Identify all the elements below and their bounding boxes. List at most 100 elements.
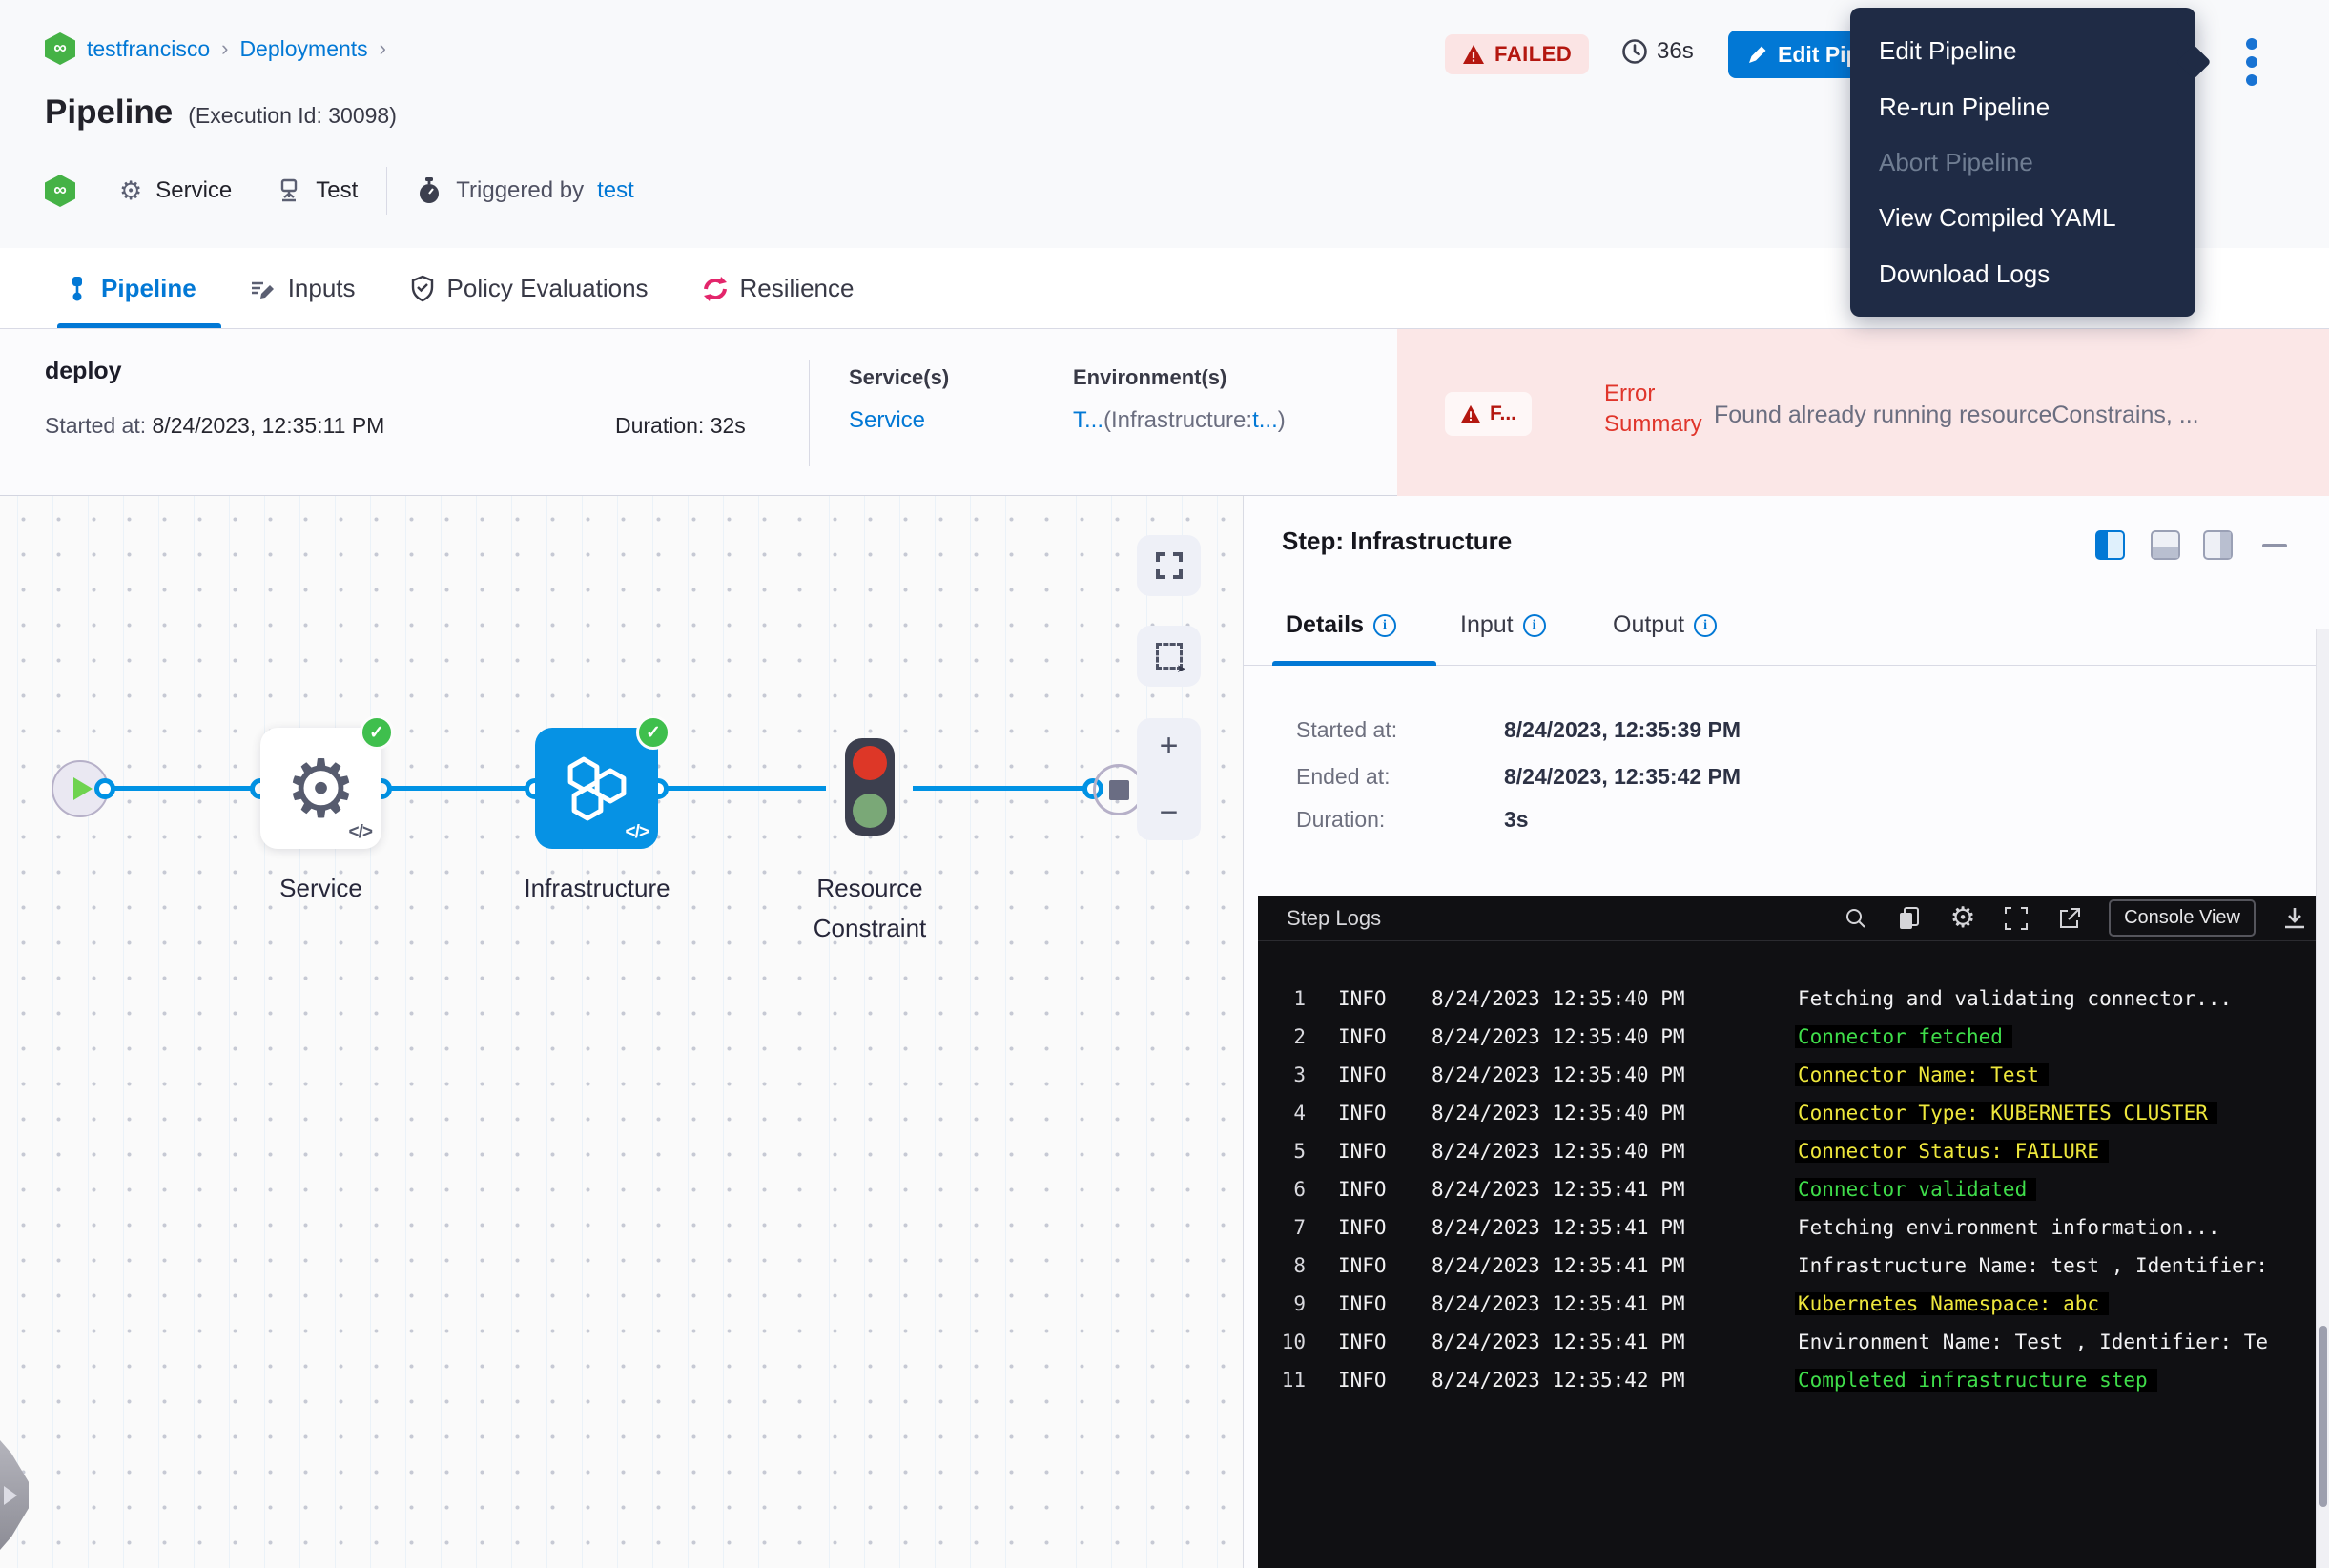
menu-item-download-logs[interactable]: Download Logs xyxy=(1850,261,2195,286)
log-line: 10INFO8/24/2023 12:35:41 PMEnvironment N… xyxy=(1258,1323,2329,1361)
detail-row-started: Started at:8/24/2023, 12:35:39 PM xyxy=(1244,717,2102,750)
tab-output[interactable]: Outputi xyxy=(1613,611,1717,639)
resilience-chaos-icon xyxy=(702,276,729,302)
canvas-select-button[interactable] xyxy=(1137,626,1201,687)
layout-split-view-button[interactable] xyxy=(2095,530,2125,560)
expand-left-panel-handle[interactable] xyxy=(0,1440,29,1550)
fullscreen-icon xyxy=(1156,552,1183,579)
menu-item-view-compiled-yaml[interactable]: View Compiled YAML xyxy=(1850,205,2195,230)
tab-details[interactable]: Detailsi xyxy=(1286,611,1396,639)
play-icon xyxy=(73,777,93,800)
stage-failed-badge: F... xyxy=(1445,392,1532,436)
breadcrumb: ∞ testfrancisco › Deployments › xyxy=(45,32,386,65)
triggered-by-label: Triggered by xyxy=(456,177,584,204)
info-icon[interactable]: i xyxy=(1523,614,1546,637)
triggered-by-user-link[interactable]: test xyxy=(597,177,634,204)
log-settings-gear-icon[interactable]: ⚙ xyxy=(1948,904,1977,933)
meta-environment-label[interactable]: Test xyxy=(316,177,358,204)
graph-edge xyxy=(381,786,535,791)
marquee-select-icon xyxy=(1156,643,1183,670)
error-summary-zone: F... Error Summary Found already running… xyxy=(1397,329,2329,496)
success-check-icon: ✓ xyxy=(360,715,394,750)
environment-value[interactable]: T...(Infrastructure:t...) xyxy=(1073,407,1286,434)
stage-duration: Duration: 32s xyxy=(615,413,746,439)
detail-row-duration: Duration:3s xyxy=(1244,807,2102,839)
open-in-new-icon[interactable] xyxy=(2055,904,2084,933)
pipeline-execution-screen: ∞ testfrancisco › Deployments › Pipeline… xyxy=(0,0,2329,1568)
log-line: 8INFO8/24/2023 12:35:41 PMInfrastructure… xyxy=(1258,1247,2329,1285)
step-logs-console: Step Logs ⚙ Console View xyxy=(1258,896,2329,1568)
clock-icon xyxy=(1621,38,1648,65)
tab-pipeline[interactable]: Pipeline xyxy=(65,274,196,303)
step-details-panel: Step: Infrastructure Detailsi Inputi Out… xyxy=(1243,496,2329,1568)
menu-item-edit-pipeline[interactable]: Edit Pipeline xyxy=(1850,38,2195,63)
zoom-out-button[interactable]: − xyxy=(1160,796,1179,829)
error-summary-label: Error Summary xyxy=(1604,379,1719,441)
copy-icon[interactable] xyxy=(1895,904,1924,933)
gear-icon: ⚙ xyxy=(285,749,357,829)
console-view-button[interactable]: Console View xyxy=(2109,899,2256,937)
graph-edge xyxy=(913,786,1093,791)
detail-row-ended: Ended at:8/24/2023, 12:35:42 PM xyxy=(1244,764,2102,796)
canvas-fullscreen-button[interactable] xyxy=(1137,535,1201,596)
pipeline-meta-row: ∞ ⚙ Service Test Triggered by test xyxy=(45,167,634,215)
success-check-icon: ✓ xyxy=(636,715,670,750)
node-service[interactable]: ⚙ </> ✓ xyxy=(260,728,381,849)
breadcrumb-project-link[interactable]: testfrancisco xyxy=(87,36,210,62)
service-gear-icon: ⚙ xyxy=(119,176,142,206)
active-tab-underline xyxy=(57,323,221,328)
layout-bottom-view-button[interactable] xyxy=(2151,530,2180,560)
tab-input[interactable]: Inputi xyxy=(1460,611,1546,639)
node-infrastructure[interactable]: </> ✓ xyxy=(535,728,658,849)
total-duration: 36s xyxy=(1621,38,1694,65)
service-link[interactable]: Service xyxy=(849,407,949,434)
node-label-resource-constraint: Resource Constraint xyxy=(797,868,942,948)
zoom-in-button[interactable]: + xyxy=(1160,730,1179,762)
log-rows[interactable]: 1INFO8/24/2023 12:35:40 PMFetching and v… xyxy=(1258,941,2329,1399)
console-toolbar: Step Logs ⚙ Console View xyxy=(1258,896,2329,941)
step-panel-title: Step: Infrastructure xyxy=(1282,526,1512,556)
stopwatch-icon xyxy=(416,176,443,205)
meta-service-label[interactable]: Service xyxy=(155,177,232,204)
stage-summary-bar: deploy Started at: 8/24/2023, 12:35:11 P… xyxy=(0,329,2329,496)
pencil-icon xyxy=(1747,44,1768,65)
log-line: 2INFO8/24/2023 12:35:40 PMConnector fetc… xyxy=(1258,1018,2329,1056)
log-line: 5INFO8/24/2023 12:35:40 PMConnector Stat… xyxy=(1258,1132,2329,1170)
error-summary-text: Found already running resourceConstrains… xyxy=(1714,402,2305,429)
breadcrumb-deployments-link[interactable]: Deployments xyxy=(239,36,367,62)
graph-port xyxy=(94,778,115,799)
expand-logs-icon[interactable] xyxy=(2002,904,2030,933)
info-icon[interactable]: i xyxy=(1373,614,1396,637)
pipeline-graph-canvas[interactable]: ⚙ </> ✓ </> ✓ Service Infrastructure xyxy=(0,496,1243,1568)
node-resource-constraint[interactable] xyxy=(845,738,895,836)
layout-right-view-button[interactable] xyxy=(2203,530,2233,560)
menu-item-rerun-pipeline[interactable]: Re-run Pipeline xyxy=(1850,94,2195,119)
info-icon[interactable]: i xyxy=(1694,614,1717,637)
panel-scrollbar[interactable] xyxy=(2316,629,2329,1568)
more-options-kebab-icon[interactable] xyxy=(2246,38,2259,86)
breadcrumb-separator-icon: › xyxy=(221,36,228,61)
minimize-panel-button[interactable] xyxy=(2262,544,2287,547)
tab-resilience[interactable]: Resilience xyxy=(702,274,855,303)
graph-edge xyxy=(658,786,826,791)
tab-policy-evaluations[interactable]: Policy Evaluations xyxy=(409,274,649,303)
search-icon[interactable] xyxy=(1842,904,1870,933)
duration-value: 36s xyxy=(1657,38,1694,65)
status-badge: FAILED xyxy=(1445,34,1589,74)
code-glyph: </> xyxy=(626,822,649,843)
console-title: Step Logs xyxy=(1287,906,1381,931)
log-line: 1INFO8/24/2023 12:35:40 PMFetching and v… xyxy=(1258,980,2329,1018)
tab-inputs[interactable]: Inputs xyxy=(250,274,356,303)
pipeline-tab-icon xyxy=(65,276,90,302)
policy-shield-icon xyxy=(409,275,436,303)
code-glyph: </> xyxy=(349,822,372,843)
stage-name[interactable]: deploy xyxy=(45,358,122,385)
warning-icon xyxy=(1460,404,1481,423)
main-area: ⚙ </> ✓ </> ✓ Service Infrastructure xyxy=(0,496,2329,1568)
infrastructure-hexagons-icon xyxy=(559,753,635,824)
page-title: Pipeline xyxy=(45,93,173,132)
download-logs-icon[interactable] xyxy=(2280,904,2309,933)
execution-id: (Execution Id: 30098) xyxy=(188,103,397,129)
scrollbar-thumb[interactable] xyxy=(2319,1326,2327,1507)
environment-icon xyxy=(276,177,302,204)
